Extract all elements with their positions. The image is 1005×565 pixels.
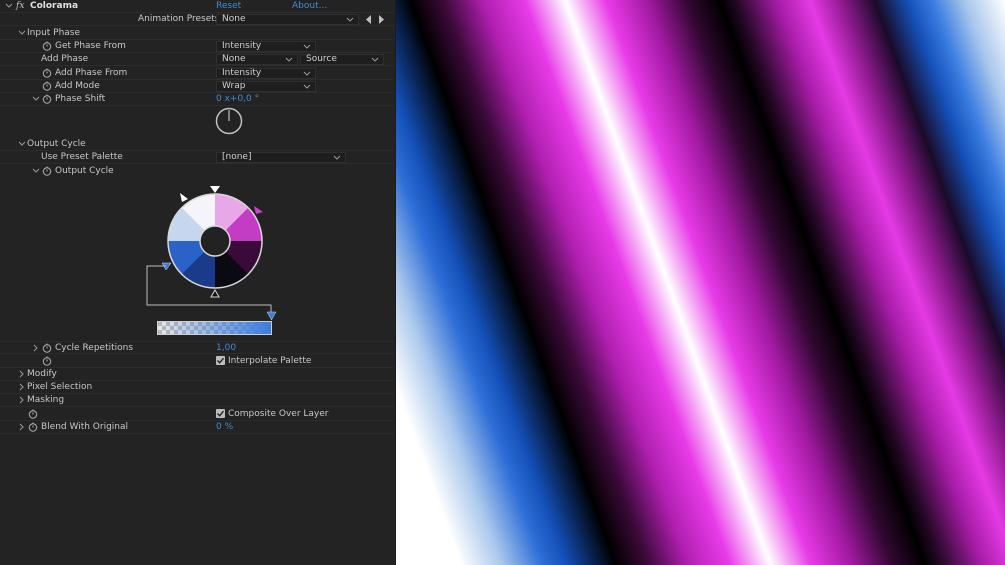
output-cycle-prop-label: Output Cycle bbox=[55, 166, 114, 176]
add-phase-value: None bbox=[222, 54, 246, 64]
stopwatch-icon[interactable] bbox=[42, 81, 52, 91]
stopwatch-icon[interactable] bbox=[42, 166, 52, 176]
composite-over-layer-label: Composite Over Layer bbox=[228, 409, 329, 419]
chevron-right-icon[interactable] bbox=[17, 395, 27, 405]
add-phase-dropdown[interactable]: None bbox=[216, 54, 298, 65]
add-phase-from-value: Intensity bbox=[222, 68, 262, 78]
use-preset-palette-label: Use Preset Palette bbox=[41, 152, 123, 162]
interpolate-palette-checkbox[interactable] bbox=[216, 356, 225, 365]
get-phase-from-dropdown[interactable]: Intensity bbox=[216, 41, 316, 52]
pixel-selection-group[interactable]: Pixel Selection bbox=[0, 381, 394, 394]
animation-presets-label: Animation Presets: bbox=[138, 14, 223, 24]
chevron-right-icon[interactable] bbox=[17, 382, 27, 392]
modify-group[interactable]: Modify bbox=[0, 368, 394, 381]
masking-group[interactable]: Masking bbox=[0, 394, 394, 407]
reset-link[interactable]: Reset bbox=[216, 1, 241, 11]
chevron-down-icon[interactable] bbox=[17, 139, 27, 149]
cycle-marker-magenta[interactable] bbox=[254, 206, 263, 214]
phase-shift-value[interactable]: 0 x+0,0 ° bbox=[216, 94, 259, 104]
use-preset-palette-dropdown[interactable]: [none] bbox=[216, 152, 346, 163]
output-cycle-group-label: Output Cycle bbox=[27, 139, 86, 149]
effect-name: Colorama bbox=[30, 1, 79, 11]
use-preset-palette-value: [none] bbox=[222, 152, 252, 162]
add-mode-dropdown[interactable]: Wrap bbox=[216, 81, 316, 92]
chevron-down-icon bbox=[333, 154, 341, 165]
pixel-selection-label: Pixel Selection bbox=[27, 382, 93, 392]
cycle-marker-lightblue[interactable] bbox=[180, 193, 188, 202]
add-mode-label: Add Mode bbox=[55, 81, 100, 91]
stopwatch-icon[interactable] bbox=[42, 343, 52, 353]
triangle-right-icon[interactable] bbox=[378, 15, 386, 27]
animation-presets-value: None bbox=[222, 14, 246, 24]
composite-over-layer-row: Composite Over Layer bbox=[0, 408, 394, 421]
blend-with-original-row: Blend With Original 0 % bbox=[0, 421, 394, 434]
cycle-repetitions-row: Cycle Repetitions 1,00 bbox=[0, 341, 394, 354]
input-phase-group[interactable]: Input Phase bbox=[0, 27, 394, 40]
chevron-down-icon bbox=[371, 56, 379, 67]
get-phase-from-label: Get Phase From bbox=[55, 41, 126, 51]
chevron-down-icon[interactable] bbox=[31, 94, 41, 104]
chevron-down-icon[interactable] bbox=[17, 28, 27, 38]
chevron-right-icon[interactable] bbox=[17, 369, 27, 379]
composite-over-layer-checkbox[interactable] bbox=[216, 409, 225, 418]
output-cycle-wheel-editor[interactable] bbox=[140, 182, 285, 337]
chevron-down-icon bbox=[346, 16, 354, 27]
blend-with-original-value[interactable]: 0 % bbox=[216, 422, 233, 432]
stopwatch-icon[interactable] bbox=[42, 94, 52, 104]
add-phase-from-row: Add Phase From Intensity bbox=[0, 67, 394, 80]
phase-shift-label: Phase Shift bbox=[55, 94, 106, 104]
add-phase-from-dropdown[interactable]: Intensity bbox=[216, 68, 316, 79]
get-phase-from-value: Intensity bbox=[222, 41, 262, 51]
chevron-down-icon bbox=[285, 56, 293, 67]
cycle-end-marker[interactable] bbox=[266, 311, 277, 321]
add-phase-label: Add Phase bbox=[41, 54, 89, 64]
stopwatch-icon[interactable] bbox=[28, 422, 38, 432]
add-phase-source-dropdown[interactable]: Source bbox=[300, 54, 384, 65]
triangle-left-icon[interactable] bbox=[365, 15, 373, 27]
chevron-right-icon[interactable] bbox=[31, 343, 41, 353]
interpolate-palette-row: Interpolate Palette bbox=[0, 355, 394, 368]
add-mode-row: Add Mode Wrap bbox=[0, 80, 394, 93]
use-preset-palette-row: Use Preset Palette [none] bbox=[0, 151, 394, 164]
phase-shift-row: Phase Shift 0 x+0,0 ° bbox=[0, 93, 394, 106]
color-wheel-ring[interactable] bbox=[167, 193, 263, 289]
add-phase-from-label: Add Phase From bbox=[55, 68, 128, 78]
output-cycle-prop-row: Output Cycle bbox=[0, 165, 394, 178]
output-cycle-group[interactable]: Output Cycle bbox=[0, 138, 394, 151]
blend-with-original-label: Blend With Original bbox=[41, 422, 129, 432]
phase-shift-dial[interactable] bbox=[215, 107, 243, 135]
stopwatch-icon[interactable] bbox=[42, 356, 52, 366]
modify-label: Modify bbox=[27, 369, 57, 379]
cycle-repetitions-label: Cycle Repetitions bbox=[55, 343, 134, 353]
cycle-marker-black[interactable] bbox=[210, 288, 220, 298]
chevron-down-icon[interactable] bbox=[31, 166, 41, 176]
effect-controls-panel: fx Colorama Reset About... Animation Pre… bbox=[0, 0, 396, 565]
add-mode-value: Wrap bbox=[222, 81, 246, 91]
get-phase-from-row: Get Phase From Intensity bbox=[0, 40, 394, 53]
opacity-bar[interactable] bbox=[157, 321, 272, 335]
masking-label: Masking bbox=[27, 395, 65, 405]
effect-header-row: fx Colorama Reset About... bbox=[0, 0, 394, 13]
cycle-marker-white[interactable] bbox=[210, 186, 220, 193]
cycle-repetitions-value[interactable]: 1,00 bbox=[216, 343, 236, 353]
add-phase-row: Add Phase None Source bbox=[0, 53, 394, 66]
about-link[interactable]: About... bbox=[292, 1, 327, 11]
animation-presets-row: Animation Presets: None bbox=[0, 13, 394, 26]
animation-presets-dropdown[interactable]: None bbox=[216, 14, 359, 25]
stopwatch-icon[interactable] bbox=[42, 68, 52, 78]
input-phase-label: Input Phase bbox=[27, 28, 81, 38]
fx-toggle[interactable]: fx bbox=[16, 1, 24, 11]
chevron-right-icon[interactable] bbox=[17, 422, 27, 432]
add-phase-source-value: Source bbox=[306, 54, 337, 64]
stopwatch-icon[interactable] bbox=[28, 409, 38, 419]
stopwatch-icon[interactable] bbox=[42, 41, 52, 51]
chevron-down-icon[interactable] bbox=[4, 1, 14, 11]
composition-viewer[interactable] bbox=[396, 0, 1005, 565]
interpolate-palette-label: Interpolate Palette bbox=[228, 356, 312, 366]
